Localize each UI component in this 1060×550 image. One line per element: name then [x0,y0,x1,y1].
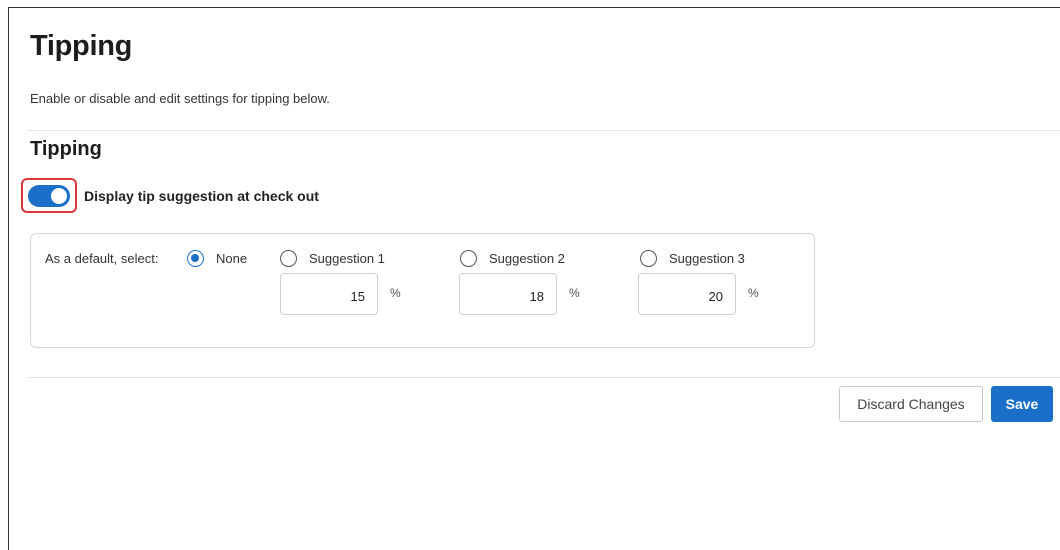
radio-none[interactable] [187,250,204,267]
suggestion-2-percent-input[interactable] [459,273,557,315]
divider-bottom [28,377,1060,378]
suggestion-1-percent-sign: % [390,286,401,300]
suggestion-2-percent-sign: % [569,286,580,300]
discard-changes-button[interactable]: Discard Changes [839,386,983,422]
radio-none-label: None [216,251,248,266]
section-title: Tipping [30,138,102,160]
radio-suggestion-3-label: Suggestion 3 [669,251,745,266]
page-title: Tipping [30,30,133,62]
suggestion-3-percent-sign: % [748,286,759,300]
divider-top [28,130,1060,131]
tip-suggestion-toggle[interactable] [28,185,70,207]
radio-suggestion-3[interactable] [640,250,657,267]
radio-suggestion-2-label: Suggestion 2 [489,251,565,266]
toggle-knob [51,188,67,204]
page-description: Enable or disable and edit settings for … [30,91,330,106]
suggestion-1-percent-input[interactable] [280,273,378,315]
radio-suggestion-1-label: Suggestion 1 [309,251,385,266]
radio-suggestion-1[interactable] [280,250,297,267]
suggestion-3-percent-input[interactable] [638,273,736,315]
radio-suggestion-2[interactable] [460,250,477,267]
tip-suggestion-toggle-label: Display tip suggestion at check out [84,188,319,204]
default-select-label: As a default, select: [45,251,159,266]
save-button[interactable]: Save [991,386,1053,422]
